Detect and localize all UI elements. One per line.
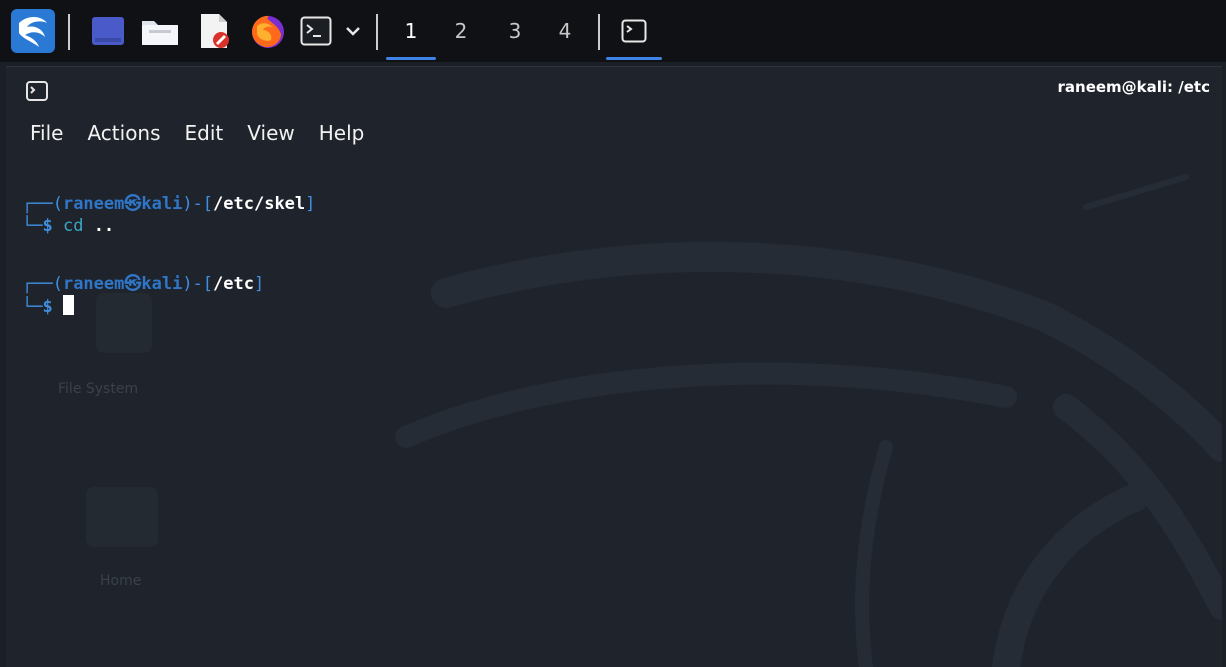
- panel-separator: [68, 14, 70, 50]
- firefox-launcher[interactable]: [246, 0, 290, 62]
- file-manager-launcher[interactable]: [138, 0, 182, 62]
- menu-actions[interactable]: Actions: [75, 117, 172, 149]
- menu-view[interactable]: View: [235, 117, 306, 149]
- workspace-4[interactable]: 4: [540, 0, 590, 62]
- prompt-path: /etc: [213, 274, 254, 294]
- active-workspace-indicator: [386, 57, 436, 60]
- workspace-label: 4: [558, 19, 572, 43]
- workspace-3[interactable]: 3: [490, 0, 540, 62]
- prompt-user: raneem㉿kali: [62, 274, 183, 294]
- active-window-indicator: [606, 57, 662, 60]
- taskbar-terminal-window[interactable]: [606, 0, 662, 62]
- text-cursor: [62, 295, 74, 315]
- top-panel: 1 2 3 4: [0, 0, 1226, 62]
- menu-bar: File Actions Edit View Help: [6, 117, 376, 149]
- window-titlebar[interactable]: raneem@kali: /etc: [6, 67, 1222, 111]
- desktop-home-folder-icon: [86, 487, 158, 547]
- terminal-launcher[interactable]: [298, 0, 334, 62]
- kali-wallpaper-dragon: [395, 174, 1222, 667]
- chevron-down-icon: [346, 27, 360, 36]
- menu-edit[interactable]: Edit: [173, 117, 236, 149]
- kali-dragon-icon: [11, 9, 55, 53]
- firefox-icon: [252, 15, 284, 48]
- prompt-path: /etc/skel: [213, 194, 306, 214]
- panel-separator: [376, 14, 378, 50]
- menu-file[interactable]: File: [6, 117, 75, 149]
- workspace-label: 3: [508, 19, 522, 43]
- workspace-1[interactable]: 1: [386, 0, 436, 62]
- prompt-line-1: ┌──(raneem㉿kali)-[/etc/skel]: [22, 194, 316, 214]
- command-line-1: └─$ cd ..: [22, 216, 115, 236]
- command-arg: ..: [83, 216, 115, 236]
- launcher-dropdown[interactable]: [340, 0, 366, 62]
- desktop-filesystem-icon: [96, 293, 152, 353]
- workspace-2[interactable]: 2: [436, 0, 486, 62]
- folder-icon: [142, 21, 178, 45]
- desktop-icon-label: File System: [58, 381, 139, 397]
- workspace-label: 1: [404, 19, 418, 43]
- window-title: raneem@kali: /etc: [1057, 78, 1211, 96]
- command-text: cd: [62, 216, 84, 236]
- command-line-2[interactable]: └─$: [22, 295, 74, 317]
- terminal-window[interactable]: File System Home raneem@kali: /etc File …: [6, 66, 1222, 667]
- panel-separator: [598, 14, 600, 50]
- terminal-icon: [26, 81, 48, 101]
- terminal-icon: [300, 16, 332, 46]
- text-editor-icon: [201, 14, 229, 48]
- menu-help[interactable]: Help: [307, 117, 377, 149]
- show-desktop-button[interactable]: [88, 0, 128, 62]
- kali-menu-button[interactable]: [10, 0, 56, 62]
- desktop-icon-label: Home: [100, 573, 142, 589]
- prompt-line-2: ┌──(raneem㉿kali)-[/etc]: [22, 274, 265, 294]
- terminal-icon: [621, 19, 647, 43]
- prompt-user: raneem㉿kali: [62, 194, 183, 214]
- workspace-label: 2: [454, 19, 468, 43]
- text-editor-launcher[interactable]: [192, 0, 236, 62]
- desktop-icon: [92, 17, 124, 45]
